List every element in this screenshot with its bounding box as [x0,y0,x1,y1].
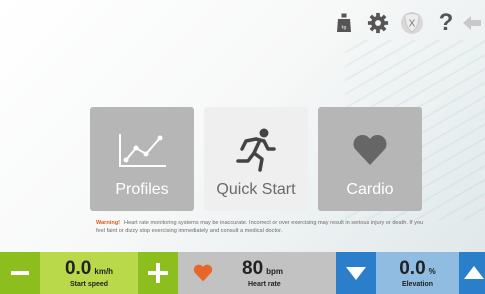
speed-decrease-button[interactable] [0,252,40,294]
quick-start-label: Quick Start [216,181,296,198]
plus-icon [148,263,168,283]
heart-rate-panel: 80 bpm Heart rate [178,252,336,294]
speed-readout: 0.0 km/h Start speed [40,252,138,294]
heart-rate-label: Heart rate [248,281,281,288]
speed-panel: 0.0 km/h Start speed [0,252,178,294]
elevation-label: Elevation [401,281,434,288]
minus-icon [11,271,29,275]
help-glyph: ? [438,9,454,36]
cardio-tile[interactable]: Cardio [318,107,422,211]
heart-rate-readout: 80 bpm Heart rate [228,258,336,288]
warning-message: Warning! Heart rate monitoring systems ma… [96,219,426,235]
heart-rate-heart-icon [178,252,228,294]
profiles-label: Profiles [115,181,169,198]
running-person-icon [228,125,284,175]
heart-rate-unit: bpm [266,267,284,276]
line-chart-icon [114,125,170,175]
back-arrow-icon[interactable] [463,8,485,38]
triangle-down-icon [346,267,366,280]
bottom-control-bar: 0.0 km/h Start speed 80 bpm Heart rate 0… [0,252,485,294]
profiles-tile[interactable]: Profiles [90,107,194,211]
elevation-readout: 0.0 % Elevation [376,252,459,294]
speed-unit: km/h [94,267,114,276]
speed-label: Start speed [69,281,109,288]
shield-x-icon[interactable]: X [395,8,429,38]
help-icon[interactable]: ? [429,8,463,38]
elevation-unit: % [428,267,436,276]
gear-icon[interactable] [361,8,395,38]
shield-letter: X [409,19,416,30]
cardio-label: Cardio [346,181,394,198]
top-toolbar: kg X ? [327,8,485,38]
warning-label: Warning! [96,220,121,226]
speed-value: 0.0 [64,258,92,279]
weight-icon[interactable]: kg [327,8,361,38]
elevation-decrease-button[interactable] [336,252,376,294]
triangle-up-icon [464,266,484,279]
quick-start-tile[interactable]: Quick Start [204,107,308,211]
elevation-panel: 0.0 % Elevation [336,252,485,294]
heart-icon [342,125,398,175]
elevation-increase-button[interactable] [459,252,485,294]
elevation-value: 0.0 [399,258,426,279]
heart-rate-value: 80 [242,258,264,279]
svg-text:kg: kg [342,25,347,30]
speed-increase-button[interactable] [138,252,178,294]
warning-text: Heart rate monitoring systems may be ina… [96,220,424,234]
